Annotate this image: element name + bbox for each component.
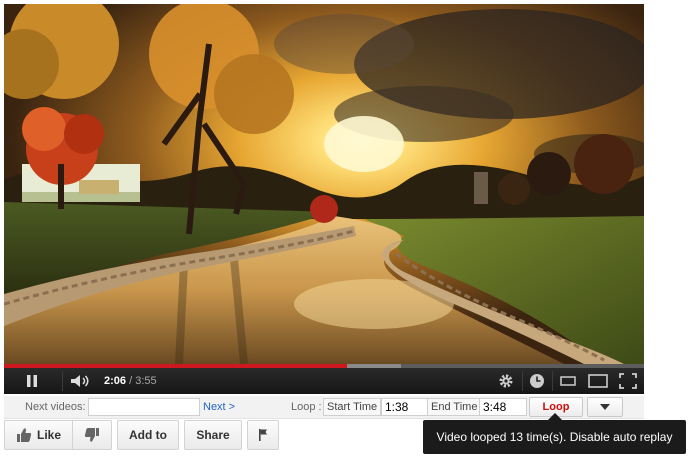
player-controls: 2:06 / 3:55 (4, 368, 644, 394)
loop-options-dropdown[interactable] (587, 397, 623, 417)
large-player-button[interactable] (584, 368, 612, 394)
thumbs-up-icon (16, 428, 32, 442)
add-to-label: Add to (129, 428, 167, 442)
gear-icon (499, 374, 513, 388)
next-videos-input[interactable] (88, 398, 200, 416)
pause-button[interactable] (16, 368, 48, 394)
add-to-button[interactable]: Add to (117, 420, 179, 450)
fullscreen-icon (619, 373, 637, 389)
auto-replay-tooltip[interactable]: Video looped 13 time(s). Disable auto re… (423, 420, 686, 454)
video-frame[interactable] (4, 4, 644, 364)
video-page: 2:06 / 3:55 Next videos: Next > Loop: S… (0, 0, 688, 457)
time-display: 2:06 / 3:55 (104, 375, 157, 387)
volume-button[interactable] (66, 368, 96, 394)
small-player-button[interactable] (554, 368, 582, 394)
fullscreen-button[interactable] (614, 368, 642, 394)
settings-button[interactable] (492, 368, 520, 394)
chevron-down-icon (600, 404, 610, 410)
next-videos-label: Next videos: (25, 401, 86, 413)
clock-icon (530, 374, 544, 388)
small-player-icon (560, 376, 576, 386)
start-time-label: Start Time (323, 398, 382, 416)
flag-icon (259, 429, 267, 441)
video-scene (4, 4, 644, 364)
thumbs-down-icon (84, 428, 99, 442)
tooltip-text: Video looped 13 time(s). Disable auto re… (436, 430, 673, 444)
tooltip-arrow (548, 413, 562, 420)
start-time-input[interactable]: 1:38 (381, 398, 429, 416)
like-button[interactable]: Like (4, 420, 72, 450)
like-label: Like (36, 428, 61, 442)
current-time: 2:06 (104, 375, 127, 387)
volume-icon (71, 375, 89, 387)
share-button[interactable]: Share (184, 420, 242, 450)
total-time: 3:55 (135, 375, 157, 387)
dislike-button[interactable] (72, 420, 112, 450)
large-player-icon (588, 374, 608, 388)
end-time-label: End Time (427, 398, 482, 416)
share-label: Share (196, 428, 230, 442)
end-time-input[interactable]: 3:48 (479, 398, 527, 416)
next-videos-link[interactable]: Next > (203, 396, 235, 418)
watch-later-button[interactable] (524, 368, 550, 394)
loop-label: Loop : (291, 401, 322, 413)
pause-icon (27, 375, 37, 387)
flag-button[interactable] (247, 420, 279, 450)
